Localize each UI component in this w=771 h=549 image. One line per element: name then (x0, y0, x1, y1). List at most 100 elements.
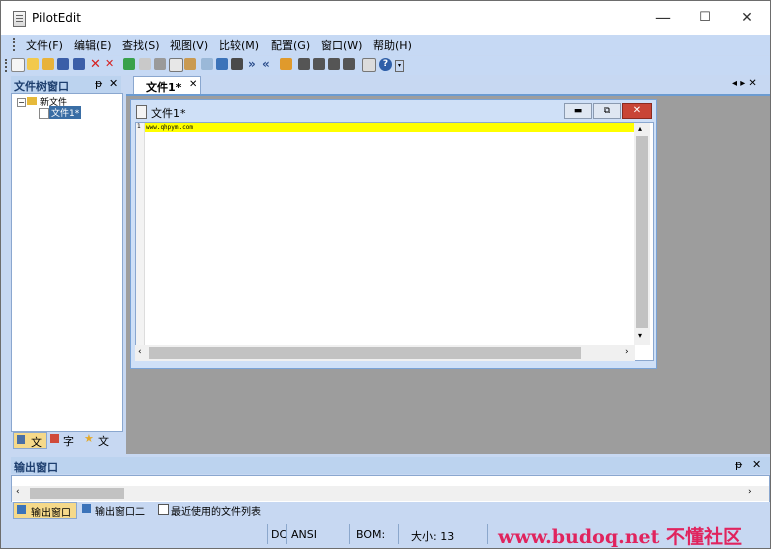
output-close-icon[interactable]: ✕ (752, 458, 761, 471)
vertical-scroll-thumb[interactable] (636, 136, 648, 328)
output-pane: ‹ › (11, 475, 770, 503)
find-icon[interactable] (298, 58, 310, 70)
file-icon (39, 108, 49, 119)
menu-config[interactable]: 配置(G) (271, 37, 310, 53)
tab-file-tree[interactable]: 文 (13, 432, 47, 449)
tree-collapse-icon[interactable]: − (17, 98, 26, 107)
copy-icon[interactable] (169, 58, 183, 72)
status-size: 大小: 13 (411, 530, 455, 543)
menu-search[interactable]: 查找(S) (122, 37, 160, 53)
recent-files-icon (158, 504, 169, 515)
tab-recent-files[interactable]: 最近使用的文件列表 (155, 503, 267, 518)
output-tab-icon (17, 505, 26, 514)
indent-icon[interactable] (201, 58, 213, 70)
document-tab-label: 文件1* (146, 81, 182, 94)
app-window: PilotEdit — ☐ ✕ 文件(F) 编辑(E) 查找(S) 视图(V) … (1, 1, 770, 548)
tab-favorites[interactable]: ★ 文 (81, 432, 117, 448)
output-hscrollbar[interactable]: ‹ › (12, 486, 769, 501)
tab-nav-icons[interactable]: ◂ ▸ ✕ (732, 78, 757, 89)
horizontal-scroll-thumb[interactable] (149, 347, 581, 359)
menu-edit[interactable]: 编辑(E) (74, 37, 112, 53)
status-separator (286, 524, 287, 544)
new-file-icon[interactable] (11, 58, 25, 72)
menu-file[interactable]: 文件(F) (26, 37, 63, 53)
pin-icon[interactable]: ᵽ (95, 77, 102, 90)
document-icon (136, 105, 147, 119)
status-separator (267, 524, 268, 544)
close-file-icon[interactable]: ✕ (90, 57, 101, 72)
output-pin-icon[interactable]: ᵽ (735, 458, 742, 471)
file-tree: − 新文件 文件1* (11, 93, 123, 432)
find-in-files-icon[interactable] (313, 58, 325, 70)
file-tree-title: 文件树窗口 (14, 80, 69, 93)
replace-icon[interactable] (328, 58, 340, 70)
text-editor[interactable]: 1 www.qhpym.com (135, 122, 654, 361)
line-number-gutter: 1 (136, 123, 145, 345)
redo-icon[interactable] (139, 58, 151, 70)
left-panel-tabs: 文 字 ★ 文 (11, 432, 121, 449)
toolbar: ✕ ✕ » « ? ▾ (1, 56, 770, 75)
open-folder-icon[interactable] (27, 58, 39, 70)
cut-icon[interactable] (154, 58, 166, 70)
window-list-icon[interactable] (362, 58, 376, 72)
tab-function-list[interactable]: 字 (47, 433, 79, 448)
help-icon[interactable]: ? (379, 58, 392, 71)
child-close-button[interactable]: ✕ (622, 103, 652, 119)
replace-in-files-icon[interactable] (343, 58, 355, 70)
menu-view[interactable]: 视图(V) (170, 37, 208, 53)
menu-grip (13, 38, 17, 51)
status-bom: BOM: (356, 528, 386, 541)
panel-close-icon[interactable]: ✕ (109, 77, 118, 90)
undo-icon[interactable] (123, 58, 135, 70)
tree-file-item[interactable]: 文件1* (49, 106, 82, 119)
output2-tab-icon (82, 504, 91, 513)
paste-icon[interactable] (184, 58, 196, 70)
wrap-icon[interactable] (216, 58, 228, 70)
minimize-button[interactable]: — (642, 1, 684, 35)
title-bar: PilotEdit — ☐ ✕ (1, 1, 770, 35)
star-icon: ★ (84, 432, 94, 445)
toolbar-grip (5, 59, 9, 72)
current-line-highlight (145, 123, 634, 132)
maximize-button[interactable]: ☐ (684, 1, 726, 35)
output-scroll-thumb[interactable] (30, 488, 124, 499)
status-separator (398, 524, 399, 544)
close-all-icon[interactable]: ✕ (105, 57, 114, 70)
scroll-up-icon[interactable]: ▴ (638, 124, 642, 133)
document-tab[interactable]: 文件1* ✕ (133, 76, 201, 94)
bookmark-icon[interactable] (280, 58, 292, 70)
vertical-scrollbar[interactable]: ▴ ▾ (634, 123, 650, 345)
tab-output-2[interactable]: 输出窗口二 (79, 503, 151, 518)
status-bar: DC ANSI BOM: 大小: 13 www.budoq.net 不懂社区 (1, 521, 770, 548)
horizontal-scrollbar[interactable]: ‹ › (135, 345, 635, 361)
status-encoding: ANSI (291, 528, 317, 541)
previous-icon[interactable]: « (262, 57, 270, 71)
editor-window-title: 文件1* (151, 107, 186, 120)
child-restore-button[interactable]: ⧉ (593, 103, 621, 119)
output-tabs: 输出窗口 输出窗口二 最近使用的文件列表 (11, 502, 770, 519)
status-separator (487, 524, 488, 544)
close-button[interactable]: ✕ (726, 1, 768, 35)
save-icon[interactable] (57, 58, 69, 70)
output-scroll-right-icon[interactable]: › (748, 487, 752, 497)
scroll-down-icon[interactable]: ▾ (638, 331, 642, 340)
menu-help[interactable]: 帮助(H) (373, 37, 412, 53)
next-icon[interactable]: » (248, 57, 256, 71)
save-all-icon[interactable] (73, 58, 85, 70)
watermark: www.budoq.net 不懂社区 (498, 526, 743, 548)
toolbar-overflow-icon[interactable]: ▾ (395, 60, 404, 72)
menu-compare[interactable]: 比较(M) (219, 37, 259, 53)
tab-output-1[interactable]: 输出窗口 (13, 502, 77, 519)
hex-icon[interactable] (231, 58, 243, 70)
status-encoding-short: DC (271, 528, 288, 541)
menu-window[interactable]: 窗口(W) (321, 37, 362, 53)
tab-close-icon[interactable]: ✕ (189, 79, 197, 90)
scroll-right-icon[interactable]: › (625, 347, 629, 357)
scroll-left-icon[interactable]: ‹ (138, 347, 142, 357)
chart-tab-icon (50, 434, 59, 443)
editor-line-text[interactable]: www.qhpym.com (146, 123, 193, 132)
output-scroll-left-icon[interactable]: ‹ (16, 487, 20, 497)
status-separator (349, 524, 350, 544)
open-recent-icon[interactable] (42, 58, 54, 70)
child-minimize-button[interactable]: ▬ (564, 103, 592, 119)
